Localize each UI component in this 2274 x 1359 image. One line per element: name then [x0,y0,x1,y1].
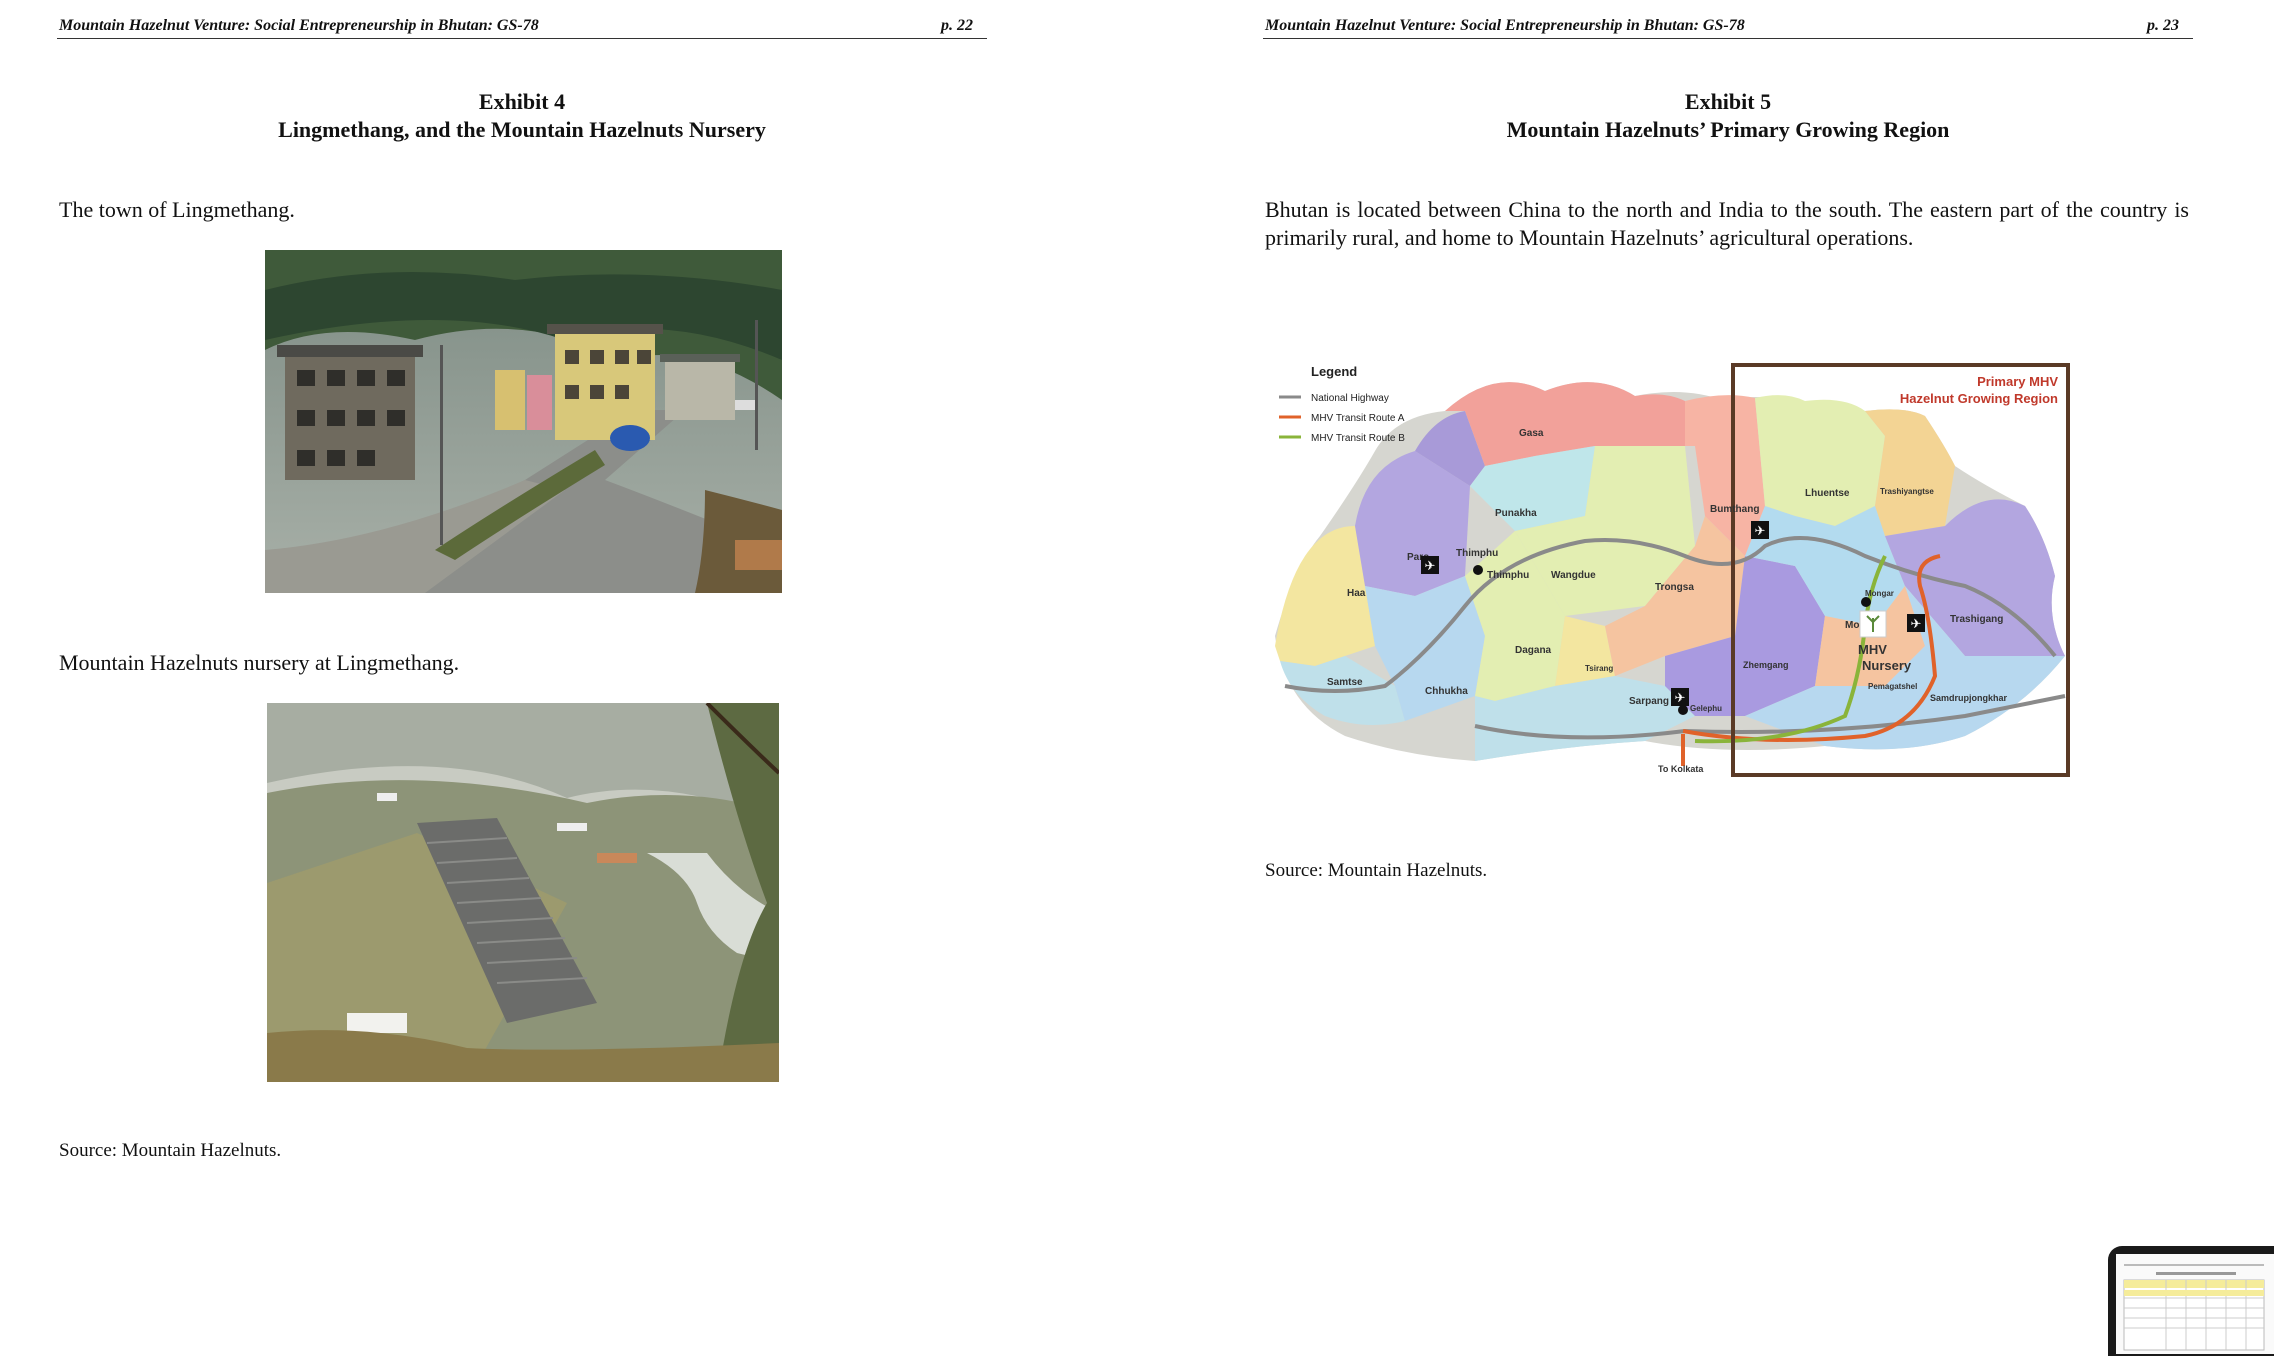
nursery-label: Nursery [1862,658,1912,673]
label-zhemgang: Zhemgang [1743,660,1789,670]
label-thimphu-district: Thimphu [1456,548,1498,559]
label-tsirang: Tsirang [1585,664,1613,673]
label-lhuentse: Lhuentse [1805,488,1850,499]
page-22: Mountain Hazelnut Venture: Social Entrep… [0,0,1210,1336]
label-mongar-town: Mongar [1865,589,1894,598]
header-title: Mountain Hazelnut Venture: Social Entrep… [59,17,539,34]
label-gelephu: Gelephu [1690,704,1722,713]
svg-text:✈: ✈ [1425,558,1436,573]
label-gasa: Gasa [1519,428,1544,439]
district-lhuentse [1755,395,1885,526]
bhutan-map: Primary MHV Hazelnut Growing Region Lege… [1265,356,2075,780]
label-trashiyangtse: Trashiyangtse [1880,487,1934,496]
label-chhukha: Chhukha [1425,686,1468,697]
page-number: p. 22 [941,17,973,34]
exhibit-heading: Exhibit 5 Mountain Hazelnuts’ Primary Gr… [1263,88,2193,144]
source-note: Source: Mountain Hazelnuts. [59,1140,282,1161]
airport-icon: ✈ [1671,688,1689,706]
exhibit-number: Exhibit 4 [478,89,566,114]
town-dot [1678,705,1688,715]
town-dot [1473,565,1483,575]
photo-caption: The town of Lingmethang. [59,197,295,222]
svg-text:✈: ✈ [1755,523,1766,538]
svg-text:✈: ✈ [1911,616,1922,631]
label-punakha: Punakha [1495,508,1537,519]
page-23: Mountain Hazelnut Venture: Social Entrep… [1205,0,2274,1336]
exhibit-heading: Exhibit 4 Lingmethang, and the Mountain … [57,88,987,144]
label-haa: Haa [1347,588,1366,599]
label-trongsa: Trongsa [1655,582,1694,593]
label-samdrupjongkhar: Samdrupjongkhar [1930,693,2008,703]
label-trashigang: Trashigang [1950,614,2003,625]
thumbnail-sheet [2116,1254,2274,1354]
label-bumthang: Bumthang [1710,504,1759,515]
header-title: Mountain Hazelnut Venture: Social Entrep… [1265,17,1745,34]
photo-caption: Mountain Hazelnuts nursery at Lingmethan… [59,650,460,675]
label-dagana: Dagana [1515,645,1552,656]
region-label: Primary MHV [1977,374,2058,389]
town-photo [265,250,782,593]
legend-label: National Highway [1311,393,1389,404]
running-header: Mountain Hazelnut Venture: Social Entrep… [57,16,987,39]
region-label: Hazelnut Growing Region [1900,391,2058,406]
source-note: Source: Mountain Hazelnuts. [1265,860,1488,881]
map-legend: Legend National Highway MHV Transit Rout… [1279,364,1405,444]
airport-icon: ✈ [1907,614,1925,632]
label-sarpang: Sarpang [1629,696,1669,707]
page-number: p. 23 [2147,17,2179,34]
legend-label: MHV Transit Route A [1311,413,1405,424]
label-thimphu: Thimphu [1487,570,1529,581]
exhibit-title: Lingmethang, and the Mountain Hazelnuts … [278,117,766,142]
label-samtse: Samtse [1327,677,1363,688]
label-pemagatshel: Pemagatshel [1868,682,1917,691]
intro-paragraph: Bhutan is located between China to the n… [1265,197,2189,250]
label-to-kolkata: To Kolkata [1658,764,1704,774]
nursery-photo [267,703,779,1082]
airport-icon: ✈ [1421,556,1439,574]
running-header: Mountain Hazelnut Venture: Social Entrep… [1263,16,2193,39]
town-dot [1861,597,1871,607]
exhibit-title: Mountain Hazelnuts’ Primary Growing Regi… [1506,117,1950,142]
label-wangdue: Wangdue [1551,570,1596,581]
exhibit-number: Exhibit 5 [1684,89,1772,114]
legend-title: Legend [1311,364,1357,379]
airport-icon: ✈ [1751,521,1769,539]
svg-text:✈: ✈ [1675,690,1686,705]
page-thumbnail[interactable] [2108,1246,2274,1356]
legend-label: MHV Transit Route B [1311,433,1405,444]
mhv-label: MHV [1858,642,1887,657]
